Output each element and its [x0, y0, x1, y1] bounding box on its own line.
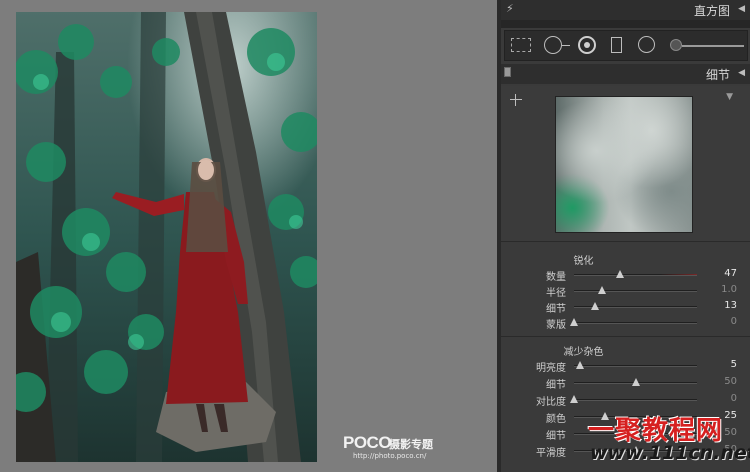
slider-thumb[interactable]: [570, 318, 578, 326]
slider-value[interactable]: 50: [724, 376, 737, 387]
spot-removal-icon[interactable]: [544, 36, 562, 54]
noise-reduction-title: 减少杂色: [563, 347, 604, 358]
graduated-filter-icon[interactable]: [611, 37, 622, 53]
preview-triangle-icon[interactable]: ▼: [726, 92, 733, 102]
site-watermark-bottom: www.111cn.net: [590, 442, 750, 464]
forest-photo: [16, 12, 317, 462]
slider-label: 颜色: [546, 414, 566, 425]
poco-url: http://photo.poco.cn/: [353, 452, 427, 460]
slider-thumb[interactable]: [631, 378, 640, 386]
crop-grid-icon[interactable]: [511, 38, 531, 52]
histogram-title: 直方图: [693, 4, 730, 18]
poco-logo: POCO: [343, 433, 392, 452]
poco-watermark: POCO 摄影专题 http://photo.poco.cn/: [343, 433, 453, 465]
image-canvas: POCO 摄影专题 http://photo.poco.cn/: [0, 0, 497, 472]
slider-label: 明亮度: [536, 363, 566, 374]
red-eye-icon[interactable]: [578, 36, 596, 54]
slider-track[interactable]: [574, 290, 697, 292]
slider-label: 蒙版: [546, 320, 566, 331]
slider-thumb[interactable]: [570, 395, 578, 403]
slider-label: 细节: [546, 380, 566, 391]
slider-value[interactable]: 0: [731, 393, 737, 404]
panel-switch-icon[interactable]: [504, 67, 511, 77]
slider-thumb[interactable]: [590, 302, 599, 310]
slider-row: 对比度 0: [501, 393, 750, 408]
slider-value[interactable]: 0: [731, 316, 737, 327]
slider-value[interactable]: 47: [724, 268, 737, 279]
slider-track[interactable]: [574, 322, 697, 324]
slider-row: 细节 50: [501, 376, 750, 391]
collapse-triangle-icon[interactable]: ◀: [738, 4, 745, 14]
histogram-header[interactable]: ⚡ 直方图 ◀: [501, 0, 750, 20]
slider-row: 数量 47: [501, 268, 750, 283]
slider-track[interactable]: [574, 274, 697, 276]
slider-thumb[interactable]: [615, 270, 624, 278]
detail-zoom-preview[interactable]: [555, 96, 693, 233]
slider-row: 半径 1.0: [501, 284, 750, 299]
slider-label: 细节: [546, 304, 566, 315]
slider-row: 细节 13: [501, 300, 750, 315]
slider-thumb[interactable]: [598, 286, 607, 294]
detail-title: 细节: [705, 68, 730, 82]
slider-label: 半径: [546, 288, 566, 299]
slider-row: 蒙版 0: [501, 316, 750, 331]
tool-strip: [504, 30, 748, 61]
crosshair-icon[interactable]: [510, 94, 522, 106]
slider-label: 平滑度: [536, 448, 566, 459]
slider-value[interactable]: 1.0: [721, 284, 737, 295]
slider-label: 对比度: [536, 397, 566, 408]
adjustment-brush-icon[interactable]: [670, 39, 682, 51]
radial-filter-icon[interactable]: [638, 36, 655, 53]
spot-removal-line: [562, 45, 570, 46]
slider-track[interactable]: [574, 365, 697, 367]
slider-label: 细节: [546, 431, 566, 442]
poco-title: 摄影专题: [389, 438, 433, 451]
photo-preview[interactable]: [16, 12, 317, 462]
detail-preview-area: ▼: [501, 86, 750, 242]
site-watermark: 一聚教程网 www.111cn.net: [588, 410, 750, 472]
slider-thumb[interactable]: [576, 361, 585, 369]
slider-label: 数量: [546, 272, 566, 283]
sharpening-title: 锐化: [573, 256, 594, 267]
slider-track[interactable]: [574, 399, 697, 401]
slider-value[interactable]: 13: [724, 300, 737, 311]
detail-header[interactable]: 细节 ◀: [501, 64, 750, 84]
section-separator: [501, 336, 750, 337]
slider-value[interactable]: 5: [731, 359, 737, 370]
lightning-bolt-icon[interactable]: ⚡: [506, 2, 514, 15]
develop-right-panel: ⚡ 直方图 ◀ 细节 ◀ ▼ 锐化 数量 47 半径 1.0 细节 13 蒙版 0 减少杂色 …: [501, 0, 750, 472]
slider-row: 明亮度 5: [501, 359, 750, 374]
histogram-strip: [501, 20, 750, 28]
brush-track: [682, 45, 744, 47]
collapse-triangle-icon[interactable]: ◀: [738, 68, 745, 78]
